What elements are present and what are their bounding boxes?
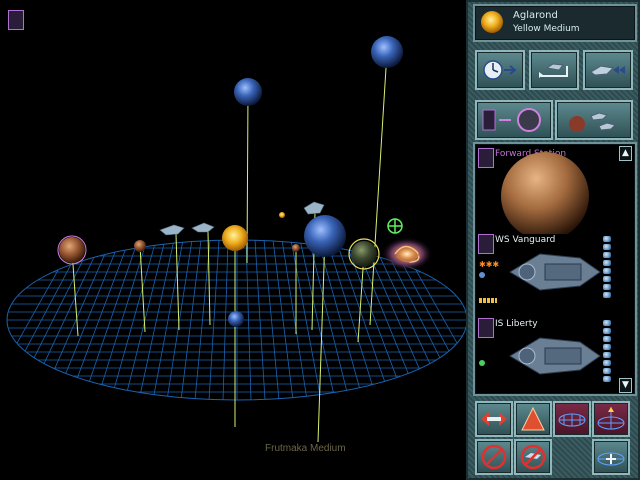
transfer-button[interactable] (529, 50, 579, 90)
object-list[interactable]: Forward Station WS Vanguard ✱✱✱ IS Liber… (473, 142, 637, 396)
cargo-icon (479, 298, 497, 303)
secondary-star-label: Frutmaka Medium (265, 443, 346, 454)
planet-blue-large[interactable] (304, 215, 346, 257)
grid-flat-icon (558, 413, 586, 427)
grid-axis-button[interactable] (592, 401, 630, 437)
planet-blue-high[interactable] (234, 78, 262, 106)
planet-view-button[interactable] (475, 100, 553, 140)
planet-brown-ringed[interactable] (57, 235, 87, 265)
system-name: Aglarond (513, 10, 558, 21)
star-icon (481, 11, 503, 33)
pyramid-icon (521, 406, 545, 431)
zoom-out-button[interactable] (475, 401, 513, 437)
damage-status-icon: ✱✱✱ (479, 260, 500, 269)
planet-tiny-orange[interactable] (279, 212, 285, 218)
scroll-down-button[interactable]: ▼ (619, 378, 632, 393)
system-map[interactable]: Frutmaka Medium (0, 0, 466, 480)
fleet-arrow-icon (590, 65, 625, 76)
planet-dark-green-selected[interactable] (348, 238, 380, 270)
planet-ring-icon (482, 108, 541, 132)
shield-icon (479, 272, 485, 278)
station-icon (478, 148, 494, 168)
ship-strength-bar (603, 320, 611, 384)
planet-small-brown[interactable] (134, 240, 146, 252)
ships-planet-icon (569, 112, 616, 132)
list-item-is-liberty[interactable]: IS Liberty (475, 316, 615, 392)
fleet-move-button[interactable] (583, 50, 633, 90)
list-item-ws-vanguard[interactable]: WS Vanguard ✱✱✱ (475, 232, 615, 312)
system-viewport[interactable]: Frutmaka Medium (0, 0, 466, 480)
star-yellow-icon[interactable] (222, 225, 248, 251)
galaxy-icon[interactable] (381, 237, 433, 271)
grid-flat-button[interactable] (553, 401, 591, 437)
planet-blue-top[interactable] (371, 36, 403, 68)
planet-portrait (501, 152, 589, 234)
no-ship-button[interactable] (514, 439, 552, 475)
ship-strength-bar (603, 236, 611, 300)
grid-center-icon (597, 452, 625, 466)
fleet-view-button[interactable] (555, 100, 633, 140)
no-ship-icon (520, 444, 546, 470)
star-type: Yellow Medium (513, 24, 580, 34)
target-crosshair-icon (387, 218, 403, 234)
planet-small-brown-2[interactable] (292, 244, 300, 252)
ship-class-icon (478, 318, 494, 338)
end-turn-button[interactable] (475, 50, 525, 90)
pyramid-view-button[interactable] (514, 401, 552, 437)
viewport-menu-icon[interactable] (8, 10, 24, 30)
control-sidebar: Aglarond Yellow Medium Forward Station W… (466, 0, 640, 480)
ship-portrait (509, 253, 601, 291)
grid-axis-icon (597, 407, 625, 430)
system-info-panel[interactable]: Aglarond Yellow Medium (473, 4, 637, 42)
grid-center-button[interactable] (592, 439, 630, 475)
status-icon (479, 360, 485, 366)
planet-blue-grid[interactable] (228, 311, 244, 327)
no-fire-icon (481, 444, 507, 470)
list-item-forward-station[interactable]: Forward Station (475, 144, 615, 234)
ship-portrait (509, 337, 601, 375)
ship-class-icon (478, 234, 494, 254)
transfer-icon (539, 63, 568, 78)
double-arrow-icon (481, 412, 507, 426)
no-fire-button[interactable] (475, 439, 513, 475)
clock-arrow-icon (483, 60, 517, 80)
scroll-up-button[interactable]: ▲ (619, 146, 632, 161)
